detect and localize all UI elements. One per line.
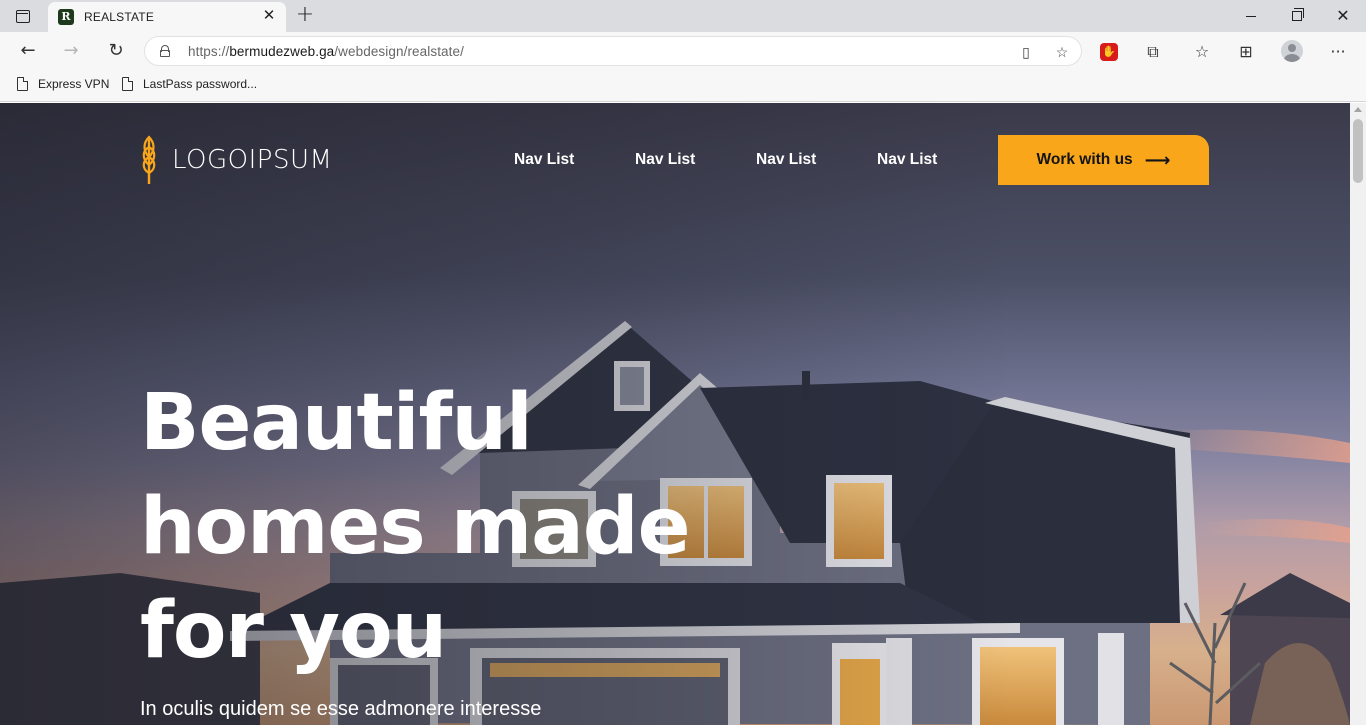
window-restore-button[interactable]	[1274, 0, 1320, 32]
adblock-extension-icon[interactable]: ✋	[1100, 43, 1118, 61]
nav-link-3[interactable]: Nav List	[756, 151, 816, 169]
page-viewport: LOGOIPSUM Nav List Nav List Nav List Nav…	[0, 103, 1366, 725]
bookmark-express-vpn[interactable]: Express VPN	[17, 77, 109, 91]
hero-section: LOGOIPSUM Nav List Nav List Nav List Nav…	[0, 103, 1350, 725]
restore-icon	[1292, 8, 1304, 21]
collections-icon[interactable]: ⊞	[1232, 38, 1260, 66]
refresh-button[interactable]: ↻	[101, 36, 131, 66]
favorites-icon[interactable]: ☆	[1188, 38, 1216, 66]
headline-line: Beautiful	[140, 378, 533, 468]
lock-icon[interactable]	[160, 45, 170, 57]
new-tab-button[interactable]: +	[292, 4, 318, 28]
page-scrollbar[interactable]	[1350, 103, 1366, 725]
logo-text: LOGOIPSUM	[172, 145, 333, 175]
wheat-logo-icon	[142, 135, 156, 184]
page-icon	[17, 77, 28, 91]
headline-line: for you	[140, 586, 447, 676]
tab-close-icon[interactable]: ✕	[260, 7, 278, 25]
add-favorite-icon[interactable]: ☆	[1051, 41, 1073, 63]
nav-link-4[interactable]: Nav List	[877, 151, 937, 169]
minimize-icon	[1246, 15, 1256, 17]
tab-actions-icon	[16, 9, 30, 23]
page-icon	[122, 77, 133, 91]
work-with-us-button[interactable]: Work with us ⟶	[998, 135, 1209, 185]
window-minimize-button[interactable]	[1228, 0, 1274, 32]
nav-link-1[interactable]: Nav List	[514, 151, 574, 169]
bookmarks-bar: Express VPN LastPass password...	[0, 70, 1366, 102]
site-favicon-icon: R	[58, 9, 74, 25]
forward-button[interactable]: →	[56, 36, 86, 66]
extensions-icon[interactable]: ⧉	[1139, 38, 1167, 66]
profile-avatar[interactable]	[1281, 40, 1303, 62]
nav-link-2[interactable]: Nav List	[635, 151, 695, 169]
reader-mode-icon[interactable]: ▯	[1015, 41, 1037, 63]
hero-subline: In oculis quidem se esse admonere intere…	[140, 698, 542, 720]
more-icon[interactable]: ···	[1324, 38, 1352, 66]
tab-bar: R REALSTATE ✕ + ✕	[0, 0, 1366, 32]
tab-title: REALSTATE	[84, 10, 155, 24]
site-logo[interactable]: LOGOIPSUM	[140, 135, 332, 185]
tab-actions-button[interactable]	[8, 4, 38, 28]
address-bar[interactable]: https://bermudezweb.ga/webdesign/realsta…	[144, 36, 1082, 66]
scroll-up-icon[interactable]	[1354, 107, 1362, 112]
bookmark-lastpass[interactable]: LastPass password...	[122, 77, 257, 91]
cta-label: Work with us	[1036, 151, 1133, 168]
browser-toolbar: ← → ↻ https://bermudezweb.ga/webdesign/r…	[0, 32, 1366, 70]
hero-headline: Beautiful homes made for you	[140, 371, 760, 683]
headline-line: homes made	[140, 482, 691, 572]
window-close-button[interactable]: ✕	[1320, 0, 1366, 32]
arrow-right-icon: ⟶	[1144, 149, 1171, 171]
active-tab[interactable]: R REALSTATE ✕	[48, 2, 286, 32]
scroll-thumb[interactable]	[1353, 119, 1363, 183]
url-text[interactable]: https://bermudezweb.ga/webdesign/realsta…	[188, 44, 464, 59]
back-button[interactable]: ←	[13, 36, 43, 66]
